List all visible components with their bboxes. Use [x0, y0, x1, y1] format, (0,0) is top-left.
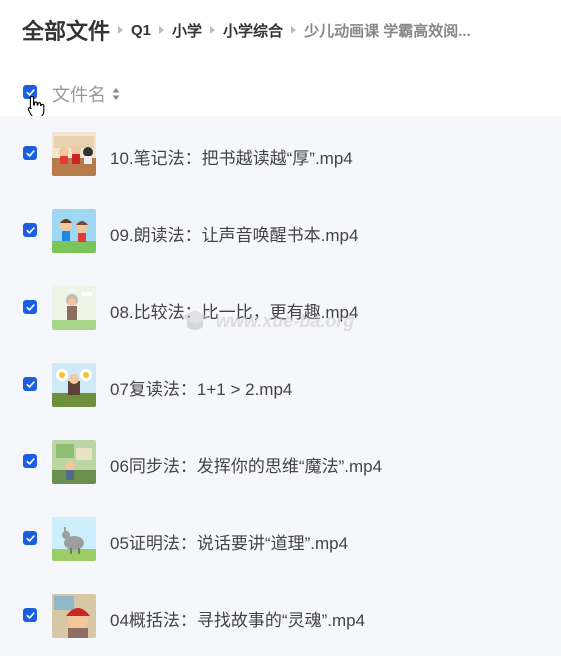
row-checkbox[interactable] [23, 146, 37, 160]
file-row[interactable]: 10.笔记法：把书越读越“厚”.mp4 [0, 116, 561, 176]
file-row[interactable]: 04概括法：寻找故事的“灵魂”.mp4 [0, 578, 561, 638]
row-checkbox[interactable] [23, 300, 37, 314]
video-thumbnail[interactable] [52, 132, 96, 176]
file-list: 10.笔记法：把书越读越“厚”.mp4 09.朗读法：让声音唤醒书本.mp4 0… [0, 116, 561, 656]
check-icon [25, 457, 35, 465]
file-row[interactable]: 06同步法：发挥你的思维“魔法”.mp4 [0, 424, 561, 484]
video-thumbnail[interactable] [52, 517, 96, 561]
breadcrumb-separator-icon [291, 26, 297, 34]
breadcrumb-item-q1[interactable]: Q1 [131, 22, 151, 39]
file-row[interactable]: 09.朗读法：让声音唤醒书本.mp4 [0, 193, 561, 253]
file-name[interactable]: 09.朗读法：让声音唤醒书本.mp4 [110, 221, 358, 246]
breadcrumb-separator-icon [118, 26, 124, 34]
file-list-header: 文件名 [0, 76, 561, 112]
file-name[interactable]: 05证明法：说话要讲“道理”.mp4 [110, 529, 348, 554]
row-checkbox[interactable] [23, 454, 37, 468]
check-icon [25, 534, 35, 542]
video-thumbnail[interactable] [52, 286, 96, 330]
breadcrumb-item-general[interactable]: 小学综合 [223, 20, 283, 41]
check-icon [25, 303, 35, 311]
row-checkbox[interactable] [23, 223, 37, 237]
watermark: www.xue-ba.org [180, 308, 354, 334]
sort-icon[interactable] [112, 87, 120, 101]
file-name[interactable]: 04概括法：寻找故事的“灵魂”.mp4 [110, 606, 365, 631]
graduation-cap-icon [181, 310, 209, 330]
file-name[interactable]: 07复读法：1+1 > 2.mp4 [110, 375, 292, 400]
breadcrumb-separator-icon [210, 26, 216, 34]
row-checkbox[interactable] [23, 377, 37, 391]
breadcrumb-item-primary[interactable]: 小学 [172, 20, 202, 41]
row-checkbox[interactable] [23, 608, 37, 622]
video-thumbnail[interactable] [52, 440, 96, 484]
breadcrumb-separator-icon [159, 26, 165, 34]
watermark-text: www.xue-ba.org [216, 310, 355, 331]
check-icon [25, 149, 35, 157]
file-row[interactable]: 07复读法：1+1 > 2.mp4 [0, 347, 561, 407]
check-icon [25, 226, 35, 234]
video-thumbnail[interactable] [52, 209, 96, 253]
check-icon [25, 611, 35, 619]
file-name[interactable]: 06同步法：发挥你的思维“魔法”.mp4 [110, 452, 382, 477]
breadcrumb-root[interactable]: 全部文件 [22, 14, 110, 46]
file-name[interactable]: 10.笔记法：把书越读越“厚”.mp4 [110, 144, 353, 169]
video-thumbnail[interactable] [52, 363, 96, 407]
column-header-label: 文件名 [52, 85, 106, 105]
row-checkbox[interactable] [23, 531, 37, 545]
check-icon [25, 380, 35, 388]
column-header-filename[interactable]: 文件名 [52, 81, 120, 107]
video-thumbnail[interactable] [52, 594, 96, 638]
breadcrumb: 全部文件 Q1 小学 小学综合 少儿动画课 学霸高效阅... [22, 14, 553, 46]
breadcrumb-item-current[interactable]: 少儿动画课 学霸高效阅... [304, 20, 471, 41]
file-row[interactable]: 05证明法：说话要讲“道理”.mp4 [0, 501, 561, 561]
